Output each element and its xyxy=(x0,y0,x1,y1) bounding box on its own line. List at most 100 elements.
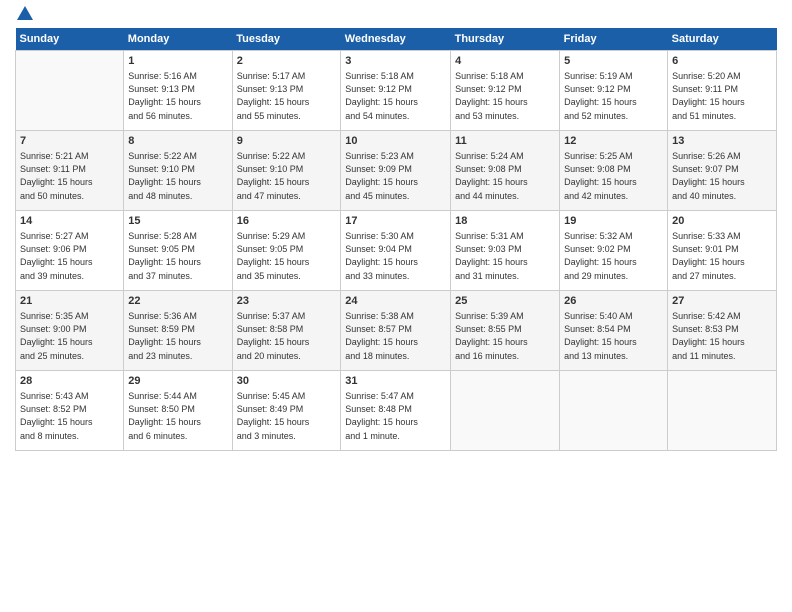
weekday-header-row: SundayMondayTuesdayWednesdayThursdayFrid… xyxy=(16,28,777,51)
day-info: Sunrise: 5:47 AM Sunset: 8:48 PM Dayligh… xyxy=(345,390,446,442)
day-number: 26 xyxy=(564,294,663,309)
calendar-day xyxy=(16,51,124,131)
calendar-day: 1Sunrise: 5:16 AM Sunset: 9:13 PM Daylig… xyxy=(124,51,232,131)
day-number: 9 xyxy=(237,134,337,149)
day-info: Sunrise: 5:16 AM Sunset: 9:13 PM Dayligh… xyxy=(128,70,227,122)
day-number: 8 xyxy=(128,134,227,149)
day-info: Sunrise: 5:24 AM Sunset: 9:08 PM Dayligh… xyxy=(455,150,555,202)
calendar-day: 10Sunrise: 5:23 AM Sunset: 9:09 PM Dayli… xyxy=(341,131,451,211)
day-number: 31 xyxy=(345,374,446,389)
day-info: Sunrise: 5:23 AM Sunset: 9:09 PM Dayligh… xyxy=(345,150,446,202)
calendar-day: 29Sunrise: 5:44 AM Sunset: 8:50 PM Dayli… xyxy=(124,371,232,451)
calendar-day: 9Sunrise: 5:22 AM Sunset: 9:10 PM Daylig… xyxy=(232,131,341,211)
day-number: 12 xyxy=(564,134,663,149)
header xyxy=(15,10,777,20)
day-info: Sunrise: 5:39 AM Sunset: 8:55 PM Dayligh… xyxy=(455,310,555,362)
day-info: Sunrise: 5:31 AM Sunset: 9:03 PM Dayligh… xyxy=(455,230,555,282)
day-info: Sunrise: 5:28 AM Sunset: 9:05 PM Dayligh… xyxy=(128,230,227,282)
day-info: Sunrise: 5:29 AM Sunset: 9:05 PM Dayligh… xyxy=(237,230,337,282)
day-number: 27 xyxy=(672,294,772,309)
calendar-week-5: 28Sunrise: 5:43 AM Sunset: 8:52 PM Dayli… xyxy=(16,371,777,451)
main-container: SundayMondayTuesdayWednesdayThursdayFrid… xyxy=(0,0,792,456)
day-info: Sunrise: 5:37 AM Sunset: 8:58 PM Dayligh… xyxy=(237,310,337,362)
weekday-header-tuesday: Tuesday xyxy=(232,28,341,51)
day-number: 30 xyxy=(237,374,337,389)
day-number: 28 xyxy=(20,374,119,389)
day-number: 11 xyxy=(455,134,555,149)
logo-triangle-icon xyxy=(17,6,33,20)
calendar-day: 8Sunrise: 5:22 AM Sunset: 9:10 PM Daylig… xyxy=(124,131,232,211)
calendar-day: 26Sunrise: 5:40 AM Sunset: 8:54 PM Dayli… xyxy=(560,291,668,371)
day-info: Sunrise: 5:35 AM Sunset: 9:00 PM Dayligh… xyxy=(20,310,119,362)
day-number: 5 xyxy=(564,54,663,69)
calendar-day: 17Sunrise: 5:30 AM Sunset: 9:04 PM Dayli… xyxy=(341,211,451,291)
weekday-header-sunday: Sunday xyxy=(16,28,124,51)
day-number: 6 xyxy=(672,54,772,69)
calendar-day: 5Sunrise: 5:19 AM Sunset: 9:12 PM Daylig… xyxy=(560,51,668,131)
calendar-week-2: 7Sunrise: 5:21 AM Sunset: 9:11 PM Daylig… xyxy=(16,131,777,211)
day-info: Sunrise: 5:17 AM Sunset: 9:13 PM Dayligh… xyxy=(237,70,337,122)
day-number: 13 xyxy=(672,134,772,149)
day-number: 20 xyxy=(672,214,772,229)
day-number: 2 xyxy=(237,54,337,69)
calendar-day: 14Sunrise: 5:27 AM Sunset: 9:06 PM Dayli… xyxy=(16,211,124,291)
calendar-day: 7Sunrise: 5:21 AM Sunset: 9:11 PM Daylig… xyxy=(16,131,124,211)
calendar-day: 13Sunrise: 5:26 AM Sunset: 9:07 PM Dayli… xyxy=(668,131,777,211)
day-info: Sunrise: 5:22 AM Sunset: 9:10 PM Dayligh… xyxy=(237,150,337,202)
day-info: Sunrise: 5:43 AM Sunset: 8:52 PM Dayligh… xyxy=(20,390,119,442)
day-info: Sunrise: 5:30 AM Sunset: 9:04 PM Dayligh… xyxy=(345,230,446,282)
day-info: Sunrise: 5:27 AM Sunset: 9:06 PM Dayligh… xyxy=(20,230,119,282)
day-number: 21 xyxy=(20,294,119,309)
calendar-day: 21Sunrise: 5:35 AM Sunset: 9:00 PM Dayli… xyxy=(16,291,124,371)
day-number: 17 xyxy=(345,214,446,229)
day-info: Sunrise: 5:33 AM Sunset: 9:01 PM Dayligh… xyxy=(672,230,772,282)
day-number: 18 xyxy=(455,214,555,229)
day-info: Sunrise: 5:19 AM Sunset: 9:12 PM Dayligh… xyxy=(564,70,663,122)
day-number: 22 xyxy=(128,294,227,309)
calendar-day xyxy=(560,371,668,451)
calendar-week-4: 21Sunrise: 5:35 AM Sunset: 9:00 PM Dayli… xyxy=(16,291,777,371)
calendar-day: 25Sunrise: 5:39 AM Sunset: 8:55 PM Dayli… xyxy=(451,291,560,371)
calendar-day: 18Sunrise: 5:31 AM Sunset: 9:03 PM Dayli… xyxy=(451,211,560,291)
logo xyxy=(15,10,33,20)
calendar-day xyxy=(668,371,777,451)
calendar-week-3: 14Sunrise: 5:27 AM Sunset: 9:06 PM Dayli… xyxy=(16,211,777,291)
day-info: Sunrise: 5:32 AM Sunset: 9:02 PM Dayligh… xyxy=(564,230,663,282)
calendar-day: 15Sunrise: 5:28 AM Sunset: 9:05 PM Dayli… xyxy=(124,211,232,291)
calendar-day: 28Sunrise: 5:43 AM Sunset: 8:52 PM Dayli… xyxy=(16,371,124,451)
day-info: Sunrise: 5:42 AM Sunset: 8:53 PM Dayligh… xyxy=(672,310,772,362)
day-number: 16 xyxy=(237,214,337,229)
day-number: 23 xyxy=(237,294,337,309)
calendar-table: SundayMondayTuesdayWednesdayThursdayFrid… xyxy=(15,28,777,451)
day-number: 10 xyxy=(345,134,446,149)
calendar-day: 27Sunrise: 5:42 AM Sunset: 8:53 PM Dayli… xyxy=(668,291,777,371)
weekday-header-friday: Friday xyxy=(560,28,668,51)
calendar-day: 31Sunrise: 5:47 AM Sunset: 8:48 PM Dayli… xyxy=(341,371,451,451)
calendar-day: 19Sunrise: 5:32 AM Sunset: 9:02 PM Dayli… xyxy=(560,211,668,291)
weekday-header-wednesday: Wednesday xyxy=(341,28,451,51)
day-info: Sunrise: 5:21 AM Sunset: 9:11 PM Dayligh… xyxy=(20,150,119,202)
day-info: Sunrise: 5:45 AM Sunset: 8:49 PM Dayligh… xyxy=(237,390,337,442)
calendar-day: 23Sunrise: 5:37 AM Sunset: 8:58 PM Dayli… xyxy=(232,291,341,371)
calendar-day: 16Sunrise: 5:29 AM Sunset: 9:05 PM Dayli… xyxy=(232,211,341,291)
logo-text xyxy=(15,10,33,20)
day-info: Sunrise: 5:25 AM Sunset: 9:08 PM Dayligh… xyxy=(564,150,663,202)
day-number: 7 xyxy=(20,134,119,149)
day-info: Sunrise: 5:44 AM Sunset: 8:50 PM Dayligh… xyxy=(128,390,227,442)
day-number: 1 xyxy=(128,54,227,69)
day-number: 15 xyxy=(128,214,227,229)
day-info: Sunrise: 5:22 AM Sunset: 9:10 PM Dayligh… xyxy=(128,150,227,202)
calendar-week-1: 1Sunrise: 5:16 AM Sunset: 9:13 PM Daylig… xyxy=(16,51,777,131)
calendar-day: 2Sunrise: 5:17 AM Sunset: 9:13 PM Daylig… xyxy=(232,51,341,131)
calendar-day: 30Sunrise: 5:45 AM Sunset: 8:49 PM Dayli… xyxy=(232,371,341,451)
calendar-day: 12Sunrise: 5:25 AM Sunset: 9:08 PM Dayli… xyxy=(560,131,668,211)
calendar-day: 3Sunrise: 5:18 AM Sunset: 9:12 PM Daylig… xyxy=(341,51,451,131)
day-number: 19 xyxy=(564,214,663,229)
day-number: 3 xyxy=(345,54,446,69)
calendar-day: 22Sunrise: 5:36 AM Sunset: 8:59 PM Dayli… xyxy=(124,291,232,371)
day-number: 25 xyxy=(455,294,555,309)
calendar-day xyxy=(451,371,560,451)
day-info: Sunrise: 5:18 AM Sunset: 9:12 PM Dayligh… xyxy=(455,70,555,122)
day-number: 24 xyxy=(345,294,446,309)
calendar-day: 11Sunrise: 5:24 AM Sunset: 9:08 PM Dayli… xyxy=(451,131,560,211)
